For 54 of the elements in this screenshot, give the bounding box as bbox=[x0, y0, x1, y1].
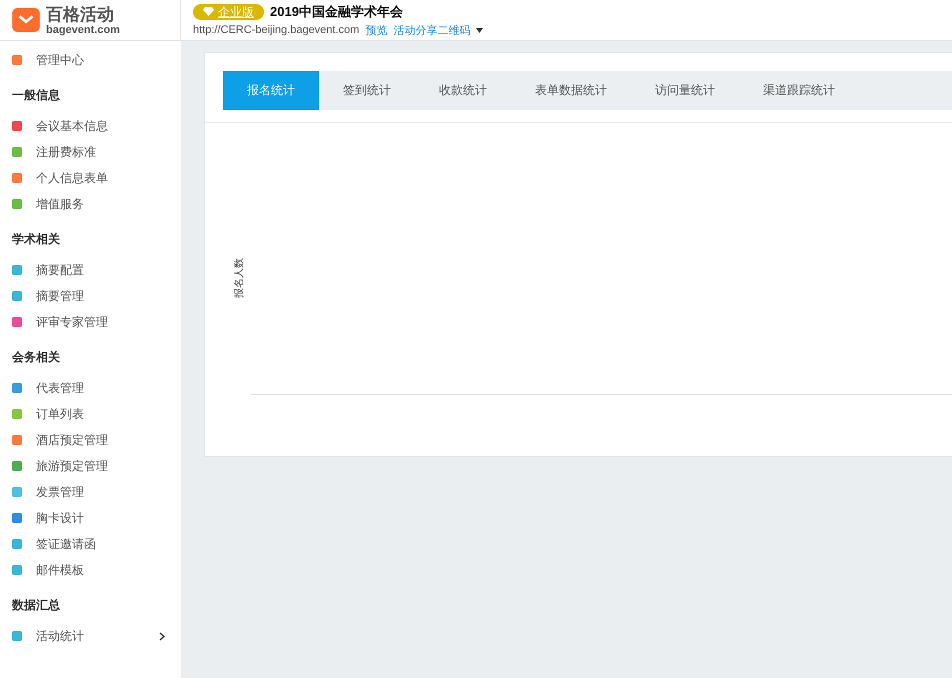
item-label: 代表管理 bbox=[36, 380, 84, 396]
sidebar-item[interactable]: 增值服务 bbox=[0, 191, 181, 217]
sidebar-item[interactable]: 注册费标准 bbox=[0, 139, 181, 165]
logo-text: 百格活动 bbox=[46, 4, 115, 24]
stats-tab[interactable]: 收款统计 bbox=[415, 71, 511, 110]
item-label: 发票管理 bbox=[36, 484, 84, 500]
logo-domain: bagevent.com bbox=[46, 24, 120, 36]
sidebar-item[interactable]: 签证邀请函 bbox=[0, 531, 181, 557]
item-label: 评审专家管理 bbox=[36, 314, 108, 330]
sidebar-item[interactable]: 旅游预定管理 bbox=[0, 453, 181, 479]
stats-tab[interactable]: 渠道跟踪统计 bbox=[739, 71, 859, 110]
sidebar-item[interactable]: 评审专家管理 bbox=[0, 309, 181, 335]
item-label: 胸卡设计 bbox=[36, 510, 84, 526]
section-title: 一般信息 bbox=[11, 87, 61, 104]
item-label: 管理中心 bbox=[36, 52, 84, 68]
item-label: 旅游预定管理 bbox=[36, 458, 108, 474]
sidebar-item[interactable]: 摘要管理 bbox=[0, 283, 181, 309]
sidebar-item[interactable]: 会议基本信息 bbox=[0, 113, 181, 139]
stats-tab[interactable]: 表单数据统计 bbox=[511, 71, 631, 110]
edition-badge: 企业版 bbox=[193, 4, 264, 20]
sidebar-item[interactable]: 胸卡设计 bbox=[0, 505, 181, 531]
section-title: 会务相关 bbox=[11, 349, 61, 366]
sidebar-item[interactable]: 订单列表 bbox=[0, 401, 181, 427]
item-label: 摘要管理 bbox=[36, 288, 84, 304]
event-title: 2019中国金融学术年会 bbox=[270, 2, 403, 20]
sidebar-item[interactable]: 邮件模板 bbox=[0, 557, 181, 583]
sidebar-item[interactable]: 酒店预定管理 bbox=[0, 427, 181, 453]
header-link[interactable]: 活动分享二维码 bbox=[393, 22, 470, 38]
sidebar-item[interactable]: 活动统计 bbox=[0, 623, 181, 649]
item-label: 酒店预定管理 bbox=[36, 432, 108, 448]
header-link[interactable]: 预览 bbox=[365, 22, 388, 38]
section-title: 学术相关 bbox=[11, 231, 61, 248]
section-title: 数据汇总 bbox=[10, 597, 61, 614]
item-label: 个人信息表单 bbox=[36, 170, 108, 186]
sidebar-item[interactable]: 管理中心 bbox=[0, 47, 181, 73]
item-label: 订单列表 bbox=[36, 406, 84, 422]
event-url: http://CERC-beijing.bagevent.com bbox=[193, 24, 360, 36]
item-label: 摘要配置 bbox=[36, 262, 84, 278]
diamond-icon bbox=[203, 7, 214, 16]
stats-tab[interactable]: 签到统计 bbox=[319, 71, 415, 110]
sidebar-item[interactable]: 个人信息表单 bbox=[0, 165, 181, 191]
y-axis-label: 报名人数 bbox=[233, 258, 246, 298]
item-label: 邮件模板 bbox=[36, 562, 84, 578]
sidebar-item[interactable]: 摘要配置 bbox=[0, 257, 181, 283]
sidebar-item[interactable]: 代表管理 bbox=[0, 375, 181, 401]
stats-tab[interactable]: 访问量统计 bbox=[631, 71, 739, 110]
item-label: 签证邀请函 bbox=[36, 536, 96, 552]
item-label: 会议基本信息 bbox=[36, 118, 108, 134]
item-label: 活动统计 bbox=[36, 628, 84, 644]
item-label: 增值服务 bbox=[36, 196, 84, 212]
sidebar-item[interactable]: 发票管理 bbox=[0, 479, 181, 505]
caret-icon[interactable] bbox=[476, 28, 484, 32]
logo-icon bbox=[12, 8, 40, 32]
item-label: 注册费标准 bbox=[36, 144, 96, 160]
